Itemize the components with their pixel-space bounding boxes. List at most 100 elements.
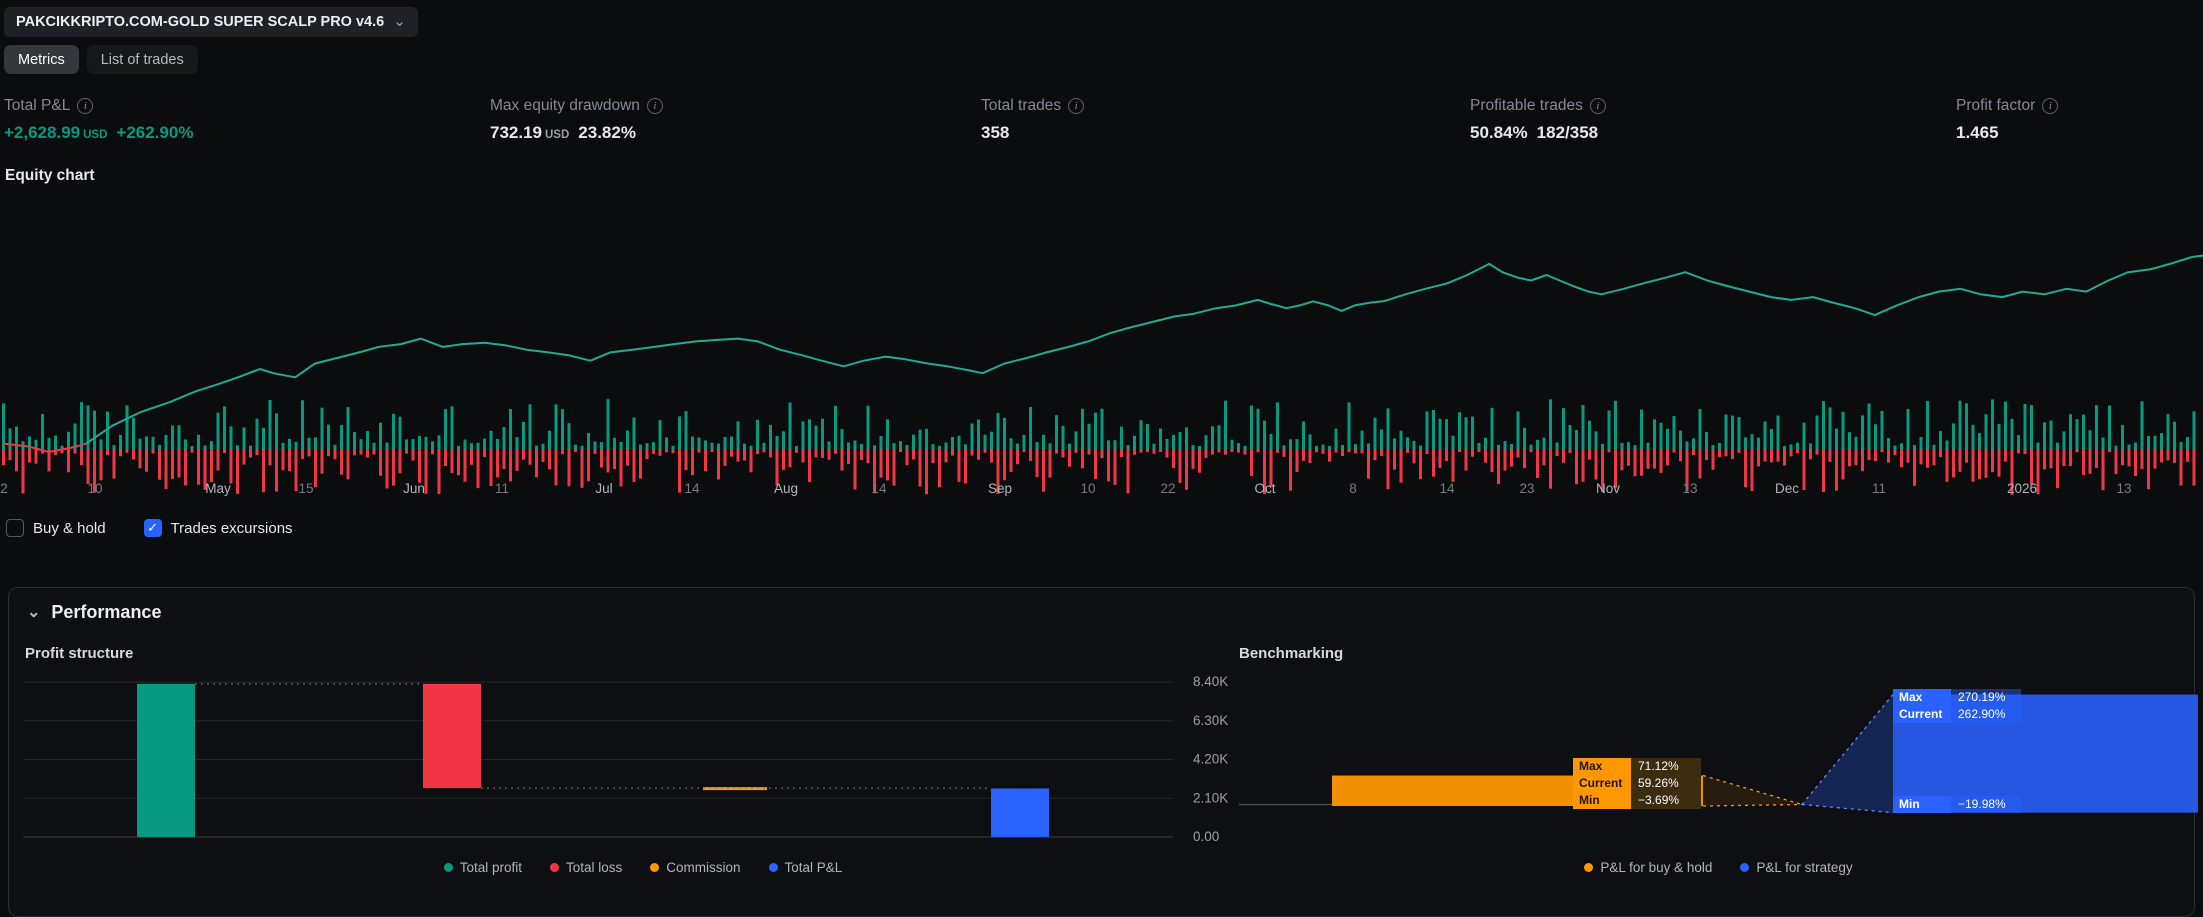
svg-text:13: 13 (1682, 481, 1697, 496)
buyhold-current-chip: Current59.26% (1573, 775, 1701, 792)
legend-dot (444, 863, 453, 872)
info-icon[interactable]: i (1068, 98, 1084, 114)
tab-bar: Metrics List of trades (4, 45, 198, 74)
trades-excursions-checkbox[interactable]: ✓ Trades excursions (144, 519, 293, 537)
collapse-chevron-icon: ⌄ (27, 608, 40, 618)
equity-line (86, 256, 2203, 444)
benchmarking-chart: Max71.12% Current59.26% Min−3.69% Max270… (1239, 673, 2198, 851)
strategy-min-chip: Min−19.98% (1893, 796, 2021, 813)
tab-list-of-trades[interactable]: List of trades (87, 45, 198, 74)
metric-value: 50.84%182/358 (1470, 123, 1606, 143)
metric-max-drawdown: Max equity drawdown i 732.19USD23.82% (490, 97, 663, 143)
buyhold-max-chip: Max71.12% (1573, 758, 1701, 775)
strategy-selector-button[interactable]: PAKCIKKRIPTO.COM-GOLD SUPER SCALP PRO v4… (4, 7, 418, 37)
tab-metrics[interactable]: Metrics (4, 45, 79, 74)
legend-dot (1584, 863, 1593, 872)
legend-dot (769, 863, 778, 872)
profit-structure-title: Profit structure (25, 645, 133, 662)
benchmarking-title: Benchmarking (1239, 645, 1343, 662)
legend-item-total-loss: Total loss (550, 860, 622, 875)
svg-text:13: 13 (2116, 481, 2131, 496)
info-icon[interactable]: i (77, 98, 93, 114)
svg-text:Jul: Jul (595, 481, 612, 496)
svg-text:May: May (205, 481, 231, 496)
bar-total-loss (423, 684, 481, 788)
legend-item-total-pnl: Total P&L (769, 860, 843, 875)
svg-text:Dec: Dec (1775, 481, 1799, 496)
svg-text:2: 2 (0, 481, 8, 496)
profit-structure-legend: Total profit Total loss Commission Total… (23, 860, 1263, 875)
metric-value: 358 (981, 123, 1084, 143)
trade-excursion-bars (2, 399, 2196, 494)
svg-text:0.00: 0.00 (1193, 829, 1219, 844)
metric-value: +2,628.99USD+262.90% (4, 123, 193, 143)
metric-value: 732.19USD23.82% (490, 123, 663, 143)
legend-dot (650, 863, 659, 872)
svg-text:14: 14 (871, 481, 887, 496)
buyhold-min-chip: Min−3.69% (1573, 792, 1701, 809)
strategy-selector-label: PAKCIKKRIPTO.COM-GOLD SUPER SCALP PRO v4… (16, 14, 384, 30)
legend-dot (550, 863, 559, 872)
svg-text:Jun: Jun (403, 481, 425, 496)
svg-text:8.40K: 8.40K (1193, 674, 1228, 689)
legend-item-total-profit: Total profit (444, 860, 522, 875)
info-icon[interactable]: i (2042, 98, 2058, 114)
legend-item-buy-hold: P&L for buy & hold (1584, 860, 1712, 875)
svg-text:11: 11 (495, 481, 509, 496)
svg-text:14: 14 (684, 481, 700, 496)
benchmarking-chart-canvas (1239, 673, 2198, 851)
checkbox-label: Buy & hold (33, 520, 106, 537)
performance-title: Performance (51, 602, 161, 623)
svg-text:15: 15 (298, 481, 313, 496)
bar-total-profit (137, 684, 195, 837)
bar-total-pnl (991, 788, 1049, 837)
strategy-max-chip: Max270.19% (1893, 689, 2021, 706)
svg-text:Nov: Nov (1596, 481, 1620, 496)
performance-section: ⌄ Performance Profit structure Benchmark… (8, 587, 2195, 917)
metric-label: Profit factor (1956, 97, 2035, 115)
benchmarking-legend: P&L for buy & hold P&L for strategy (1239, 860, 2198, 875)
legend-item-strategy: P&L for strategy (1740, 860, 1852, 875)
metric-label: Profitable trades (1470, 97, 1583, 115)
bar-commission (703, 787, 767, 790)
svg-text:14: 14 (1439, 481, 1455, 496)
svg-text:23: 23 (1519, 481, 1534, 496)
metric-total-trades: Total trades i 358 (981, 97, 1084, 143)
metrics-row: Total P&L i +2,628.99USD+262.90% Max equi… (0, 97, 2203, 161)
equity-chart-options: Buy & hold ✓ Trades excursions (6, 519, 293, 537)
svg-text:10: 10 (87, 481, 102, 496)
equity-chart-title: Equity chart (5, 167, 95, 185)
checkbox-unchecked-icon (6, 519, 24, 537)
metric-total-pnl: Total P&L i +2,628.99USD+262.90% (4, 97, 193, 143)
metric-label: Max equity drawdown (490, 97, 640, 115)
svg-text:11: 11 (1872, 481, 1886, 496)
svg-text:10: 10 (1080, 481, 1095, 496)
metric-profitable-trades: Profitable trades i 50.84%182/358 (1470, 97, 1606, 143)
chevron-down-icon: ⌄ (393, 17, 406, 27)
metric-label: Total trades (981, 97, 1061, 115)
info-icon[interactable]: i (1590, 98, 1606, 114)
equity-chart[interactable]: 2 10 May 15 Jun 11 Jul 14 Aug 14 Sep 10 22 Oct 8 14 23 No… (0, 197, 2203, 502)
metric-profit-factor: Profit factor i 1.465 (1956, 97, 2058, 143)
svg-text:4.20K: 4.20K (1193, 752, 1228, 767)
svg-text:Sep: Sep (988, 481, 1012, 496)
strategy-current-chip: Current262.90% (1893, 706, 2021, 723)
legend-dot (1740, 863, 1749, 872)
svg-text:22: 22 (1160, 481, 1175, 496)
svg-text:2026: 2026 (2007, 481, 2037, 496)
svg-text:Oct: Oct (1254, 481, 1275, 496)
svg-text:2.10K: 2.10K (1193, 790, 1228, 805)
buy-and-hold-checkbox[interactable]: Buy & hold (6, 519, 106, 537)
equity-x-axis: 2 10 May 15 Jun 11 Jul 14 Aug 14 Sep 10 22 Oct 8 14 23 No… (0, 481, 2131, 496)
svg-text:6.30K: 6.30K (1193, 713, 1228, 728)
performance-section-header[interactable]: ⌄ Performance (27, 602, 161, 623)
profit-structure-chart: 8.40K 6.30K 4.20K 2.10K 0.00 (23, 673, 1263, 851)
svg-text:8: 8 (1349, 481, 1357, 496)
info-icon[interactable]: i (647, 98, 663, 114)
metric-value: 1.465 (1956, 123, 2058, 143)
checkbox-label: Trades excursions (171, 520, 293, 537)
svg-text:Aug: Aug (774, 481, 798, 496)
metric-label: Total P&L (4, 97, 70, 115)
checkbox-checked-icon: ✓ (144, 519, 162, 537)
legend-item-commission: Commission (650, 860, 740, 875)
